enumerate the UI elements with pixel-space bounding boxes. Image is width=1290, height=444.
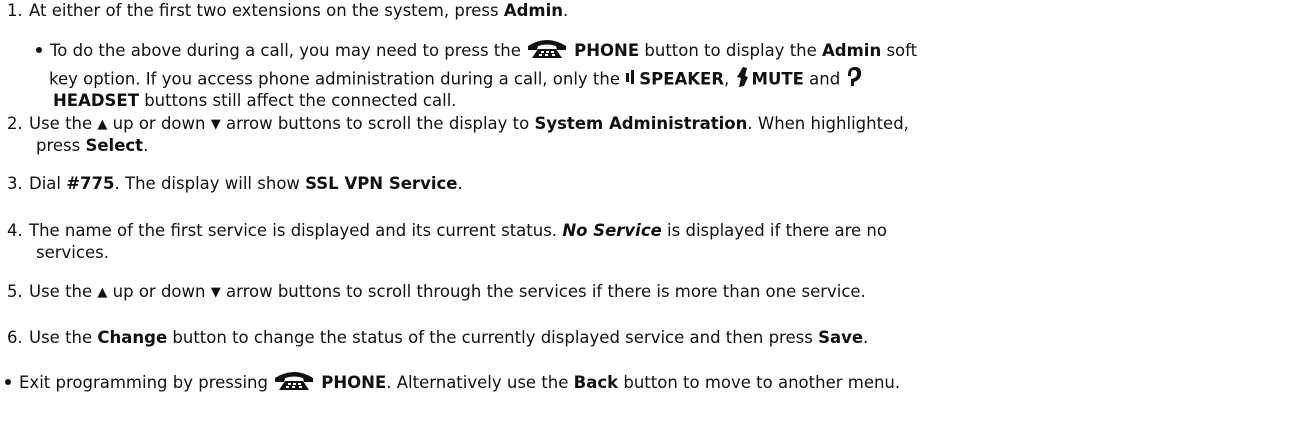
step-text: is displayed if there are no xyxy=(661,221,887,240)
phone-handset-icon xyxy=(273,370,315,392)
speaker-icon xyxy=(625,68,637,92)
step-4-line-2: services. xyxy=(7,242,1290,264)
bullet-text: key option. If you access phone administ… xyxy=(49,69,626,89)
up-arrow-icon: ▲ xyxy=(97,117,108,132)
sub-bullet: To do the above during a call, you may n… xyxy=(36,38,918,63)
step-text: press xyxy=(36,136,86,155)
bullet-text: . Alternatively use the xyxy=(386,373,574,392)
step-number: 5. xyxy=(7,282,23,301)
phone-keyword: PHONE xyxy=(574,41,640,60)
dial-code: #775 xyxy=(66,174,115,193)
step-4: 4. The name of the first service is displ… xyxy=(7,220,1277,242)
step-number: 4. xyxy=(7,221,23,240)
step-text: arrow buttons to scroll through the serv… xyxy=(220,282,866,301)
step-3: 3. Dial #775. The display will show SSL V… xyxy=(7,173,1277,195)
step-1: 1. At either of the first two extensions … xyxy=(7,0,1277,22)
step-text: Dial xyxy=(29,174,67,193)
step-5: 5. Use the ▲ up or down ▼ arrow buttons t… xyxy=(7,281,1277,305)
step-2: 2. Use the ▲ up or down ▼ arrow buttons t… xyxy=(7,113,1277,137)
bullet-dot xyxy=(36,46,42,53)
speaker-keyword: SPEAKER xyxy=(639,69,725,89)
headset-icon xyxy=(845,66,863,94)
step-text: Use the xyxy=(29,282,98,301)
step-text: . xyxy=(143,136,149,155)
step-text: . When highlighted, xyxy=(747,114,909,133)
step-number: 1. xyxy=(7,1,23,20)
phone-keyword: PHONE xyxy=(321,373,387,392)
step-2-line-2: press Select. xyxy=(7,135,1290,157)
bullet-text: button to move to another menu. xyxy=(618,373,901,392)
step-text: . The display will show xyxy=(114,174,306,193)
select-keyword: Select xyxy=(85,136,144,155)
no-service-keyword: No Service xyxy=(562,221,662,240)
step-text: Use the xyxy=(29,114,98,133)
step-text: Use the xyxy=(29,328,98,347)
step-text-end: . xyxy=(563,1,569,20)
admin-keyword: Admin xyxy=(503,1,564,20)
bullet-text: buttons still affect the connected call. xyxy=(138,91,457,110)
system-administration-keyword: System Administration xyxy=(534,114,748,133)
exit-bullet: Exit programming by pressing PHONE. Alte… xyxy=(5,370,901,395)
down-arrow-icon: ▼ xyxy=(210,285,221,300)
admin-keyword: Admin xyxy=(822,41,882,60)
step-number: 2. xyxy=(7,114,23,133)
bullet-text: , xyxy=(724,69,735,89)
mute-keyword: MUTE xyxy=(751,69,804,89)
change-keyword: Change xyxy=(97,328,168,347)
bullet-text: Exit programming by pressing xyxy=(19,373,274,392)
back-keyword: Back xyxy=(573,373,619,392)
step-number: 3. xyxy=(7,174,23,193)
up-arrow-icon: ▲ xyxy=(97,285,108,300)
step-text: arrow buttons to scroll the display to xyxy=(220,114,535,133)
step-number: 6. xyxy=(7,328,23,347)
step-text: The name of the first service is display… xyxy=(29,221,563,240)
bullet-dot xyxy=(5,378,11,385)
step-text: . xyxy=(457,174,463,193)
step-text: up or down xyxy=(107,114,211,133)
step-text: up or down xyxy=(107,282,211,301)
step-text: At either of the first two extensions on… xyxy=(29,1,504,20)
save-keyword: Save xyxy=(818,328,864,347)
bullet-text: To do the above during a call, you may n… xyxy=(50,41,527,60)
bullet-text: and xyxy=(803,69,846,89)
headset-keyword: HEADSET xyxy=(53,91,139,110)
phone-handset-icon xyxy=(526,38,568,60)
step-text: services. xyxy=(36,243,109,262)
bullet-text: soft xyxy=(881,41,918,60)
ssl-vpn-service-keyword: SSL VPN Service xyxy=(305,174,458,193)
step-6: 6. Use the Change button to change the st… xyxy=(7,327,1277,349)
mute-icon xyxy=(735,66,749,94)
step-text: button to change the status of the curre… xyxy=(167,328,819,347)
down-arrow-icon: ▼ xyxy=(210,117,221,132)
step-text: . xyxy=(863,328,869,347)
bullet-text: button to display the xyxy=(639,41,823,60)
sub-bullet-line-3: HEADSET buttons still affect the connect… xyxy=(53,90,457,112)
